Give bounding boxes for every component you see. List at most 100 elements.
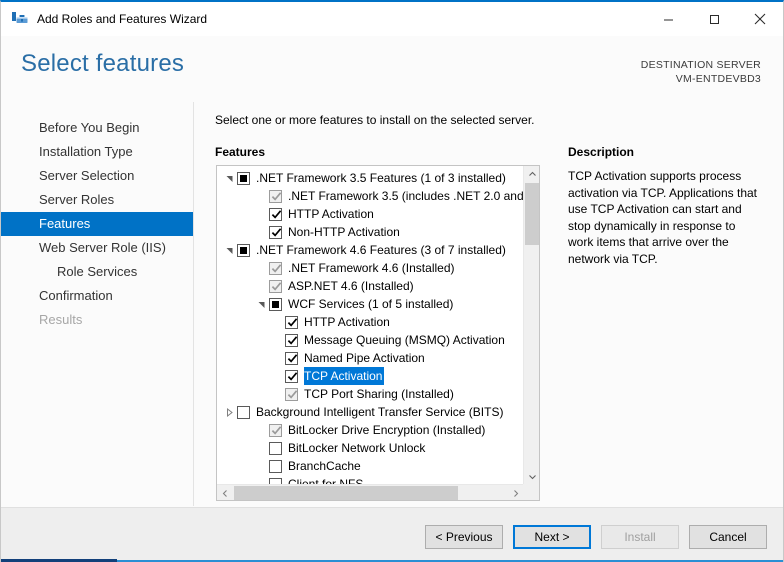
tree-row[interactable]: TCP Activation [217,367,523,385]
page-title: Select features [21,50,184,78]
feature-checkbox[interactable] [269,460,282,473]
maximize-button[interactable] [691,4,737,34]
destination-server-name: VM-ENTDEVBD3 [641,72,761,86]
features-section-label: Features [215,145,265,159]
feature-label: Client for NFS [288,475,365,484]
main-content: Select one or more features to install o… [194,102,783,506]
sidebar-item-installation-type[interactable]: Installation Type [1,140,193,164]
description-section-label: Description [568,145,634,159]
tree-vertical-scroll-thumb[interactable] [525,183,539,245]
tree-indent-spacer [253,205,269,223]
tree-row[interactable]: BitLocker Drive Encryption (Installed) [217,421,523,439]
tree-row[interactable]: .NET Framework 4.6 (Installed) [217,259,523,277]
description-text: TCP Activation supports process activati… [568,168,764,267]
tree-indent-spacer [253,187,269,205]
feature-label: BranchCache [288,457,363,475]
expand-arrow-down-icon[interactable] [221,169,237,187]
scroll-right-icon[interactable] [507,485,523,501]
tree-row[interactable]: BranchCache [217,457,523,475]
title-bar: Add Roles and Features Wizard [1,2,783,36]
feature-checkbox[interactable] [269,226,282,239]
feature-checkbox[interactable] [285,316,298,329]
tree-indent-spacer [253,439,269,457]
instruction-text: Select one or more features to install o… [215,113,535,127]
expand-arrow-right-icon[interactable] [221,403,237,421]
feature-checkbox [269,190,282,203]
features-tree-panel[interactable]: .NET Framework 3.5 Features (1 of 3 inst… [216,165,540,501]
feature-label: .NET Framework 4.6 Features (3 of 7 inst… [256,241,508,259]
tree-indent-spacer [269,331,285,349]
tree-indent-spacer [269,349,285,367]
tree-vertical-scrollbar[interactable] [523,166,539,484]
next-button[interactable]: Next > [513,525,591,549]
previous-button[interactable]: < Previous [425,525,503,549]
features-tree-viewport: .NET Framework 3.5 Features (1 of 3 inst… [217,166,523,484]
feature-label: HTTP Activation [304,313,392,331]
scroll-left-icon[interactable] [217,485,233,501]
feature-checkbox[interactable] [285,352,298,365]
sidebar-item-server-roles[interactable]: Server Roles [1,188,193,212]
cancel-button[interactable]: Cancel [689,525,767,549]
tree-row[interactable]: Client for NFS [217,475,523,484]
feature-checkbox[interactable] [237,244,250,257]
feature-label: .NET Framework 3.5 (includes .NET 2.0 an… [288,187,523,205]
wizard-server-icon [11,10,29,28]
feature-checkbox [269,424,282,437]
tree-indent-spacer [253,475,269,484]
tree-row[interactable]: TCP Port Sharing (Installed) [217,385,523,403]
feature-label: Background Intelligent Transfer Service … [256,403,505,421]
tree-row[interactable]: .NET Framework 3.5 Features (1 of 3 inst… [217,169,523,187]
scroll-up-icon[interactable] [524,166,540,182]
feature-checkbox [285,388,298,401]
tree-row[interactable]: Message Queuing (MSMQ) Activation [217,331,523,349]
feature-label: TCP Port Sharing (Installed) [304,385,456,403]
features-tree: .NET Framework 3.5 Features (1 of 3 inst… [217,169,523,484]
window-title: Add Roles and Features Wizard [37,12,207,26]
destination-server-block: DESTINATION SERVER VM-ENTDEVBD3 [641,58,761,86]
tree-row[interactable]: Named Pipe Activation [217,349,523,367]
tree-row[interactable]: BitLocker Network Unlock [217,439,523,457]
sidebar-item-before-you-begin[interactable]: Before You Begin [1,116,193,140]
feature-checkbox[interactable] [269,208,282,221]
tree-indent-spacer [269,313,285,331]
sidebar-item-server-selection[interactable]: Server Selection [1,164,193,188]
feature-label: Message Queuing (MSMQ) Activation [304,331,507,349]
tree-row[interactable]: WCF Services (1 of 5 installed) [217,295,523,313]
tree-row[interactable]: .NET Framework 3.5 (includes .NET 2.0 an… [217,187,523,205]
feature-checkbox[interactable] [285,370,298,383]
expand-arrow-down-icon[interactable] [221,241,237,259]
sidebar-item-features[interactable]: Features [1,212,193,236]
install-button: Install [601,525,679,549]
feature-checkbox[interactable] [237,406,250,419]
feature-checkbox[interactable] [269,298,282,311]
tree-row[interactable]: Background Intelligent Transfer Service … [217,403,523,421]
tree-indent-spacer [253,277,269,295]
tree-horizontal-scrollbar[interactable] [217,484,523,500]
feature-checkbox [269,280,282,293]
scroll-down-icon[interactable] [524,468,540,484]
feature-label: BitLocker Drive Encryption (Installed) [288,421,487,439]
wizard-footer: < Previous Next > Install Cancel [1,507,783,562]
minimize-button[interactable] [645,4,691,34]
tree-row[interactable]: Non-HTTP Activation [217,223,523,241]
sidebar-item-web-server-role-iis[interactable]: Web Server Role (IIS) [1,236,193,260]
feature-label: ASP.NET 4.6 (Installed) [288,277,416,295]
tree-row[interactable]: HTTP Activation [217,205,523,223]
feature-checkbox[interactable] [269,442,282,455]
feature-checkbox[interactable] [237,172,250,185]
add-roles-and-features-wizard-window: Add Roles and Features Wizard Select fea… [0,0,784,562]
sidebar-item-confirmation[interactable]: Confirmation [1,284,193,308]
expand-arrow-down-icon[interactable] [253,295,269,313]
sidebar-item-role-services[interactable]: Role Services [1,260,193,284]
destination-server-label: DESTINATION SERVER [641,58,761,72]
feature-label: .NET Framework 3.5 Features (1 of 3 inst… [256,169,508,187]
footer-button-row: < Previous Next > Install Cancel [425,525,767,549]
tree-horizontal-scroll-thumb[interactable] [234,486,458,500]
feature-checkbox[interactable] [285,334,298,347]
tree-row[interactable]: HTTP Activation [217,313,523,331]
close-button[interactable] [737,4,783,34]
tree-row[interactable]: ASP.NET 4.6 (Installed) [217,277,523,295]
tree-row[interactable]: .NET Framework 4.6 Features (3 of 7 inst… [217,241,523,259]
sidebar-item-results: Results [1,308,193,332]
tree-indent-spacer [269,385,285,403]
